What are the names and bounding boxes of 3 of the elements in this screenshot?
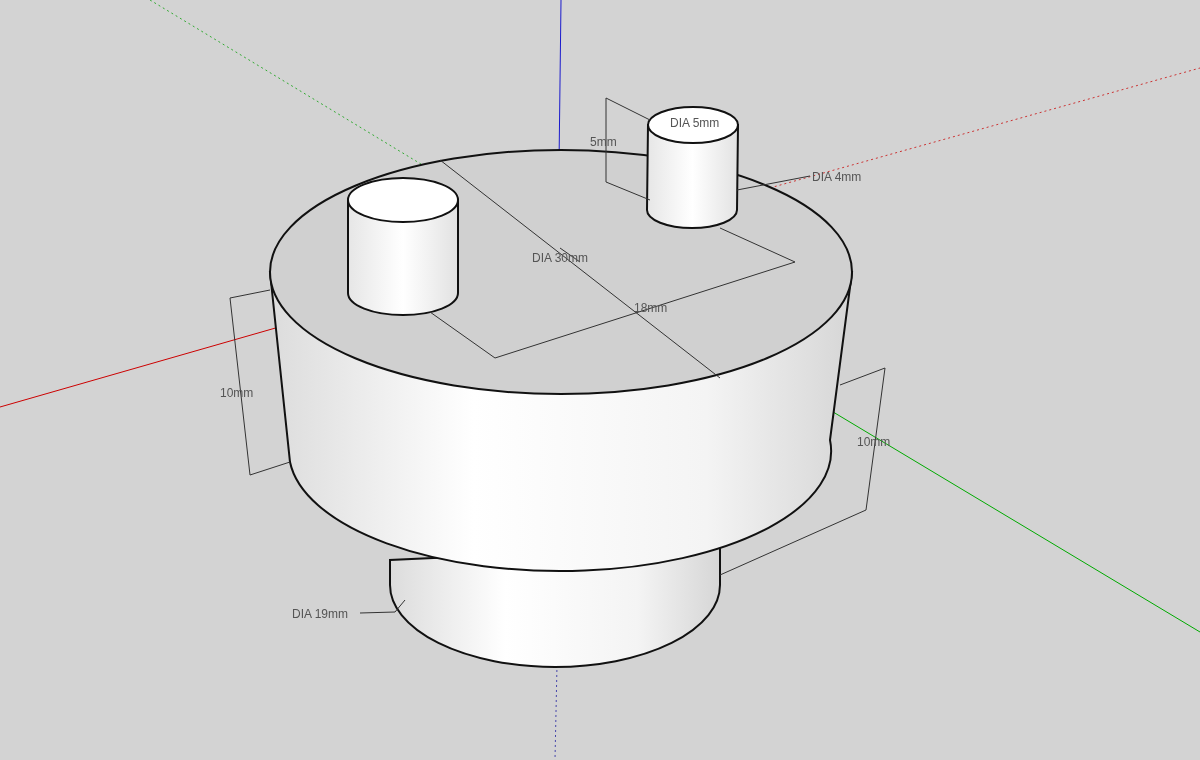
dimension-label: DIA 5mm [670, 116, 720, 130]
dimension-label: DIA 4mm [812, 170, 862, 184]
dimension-label: DIA 19mm [292, 607, 348, 621]
